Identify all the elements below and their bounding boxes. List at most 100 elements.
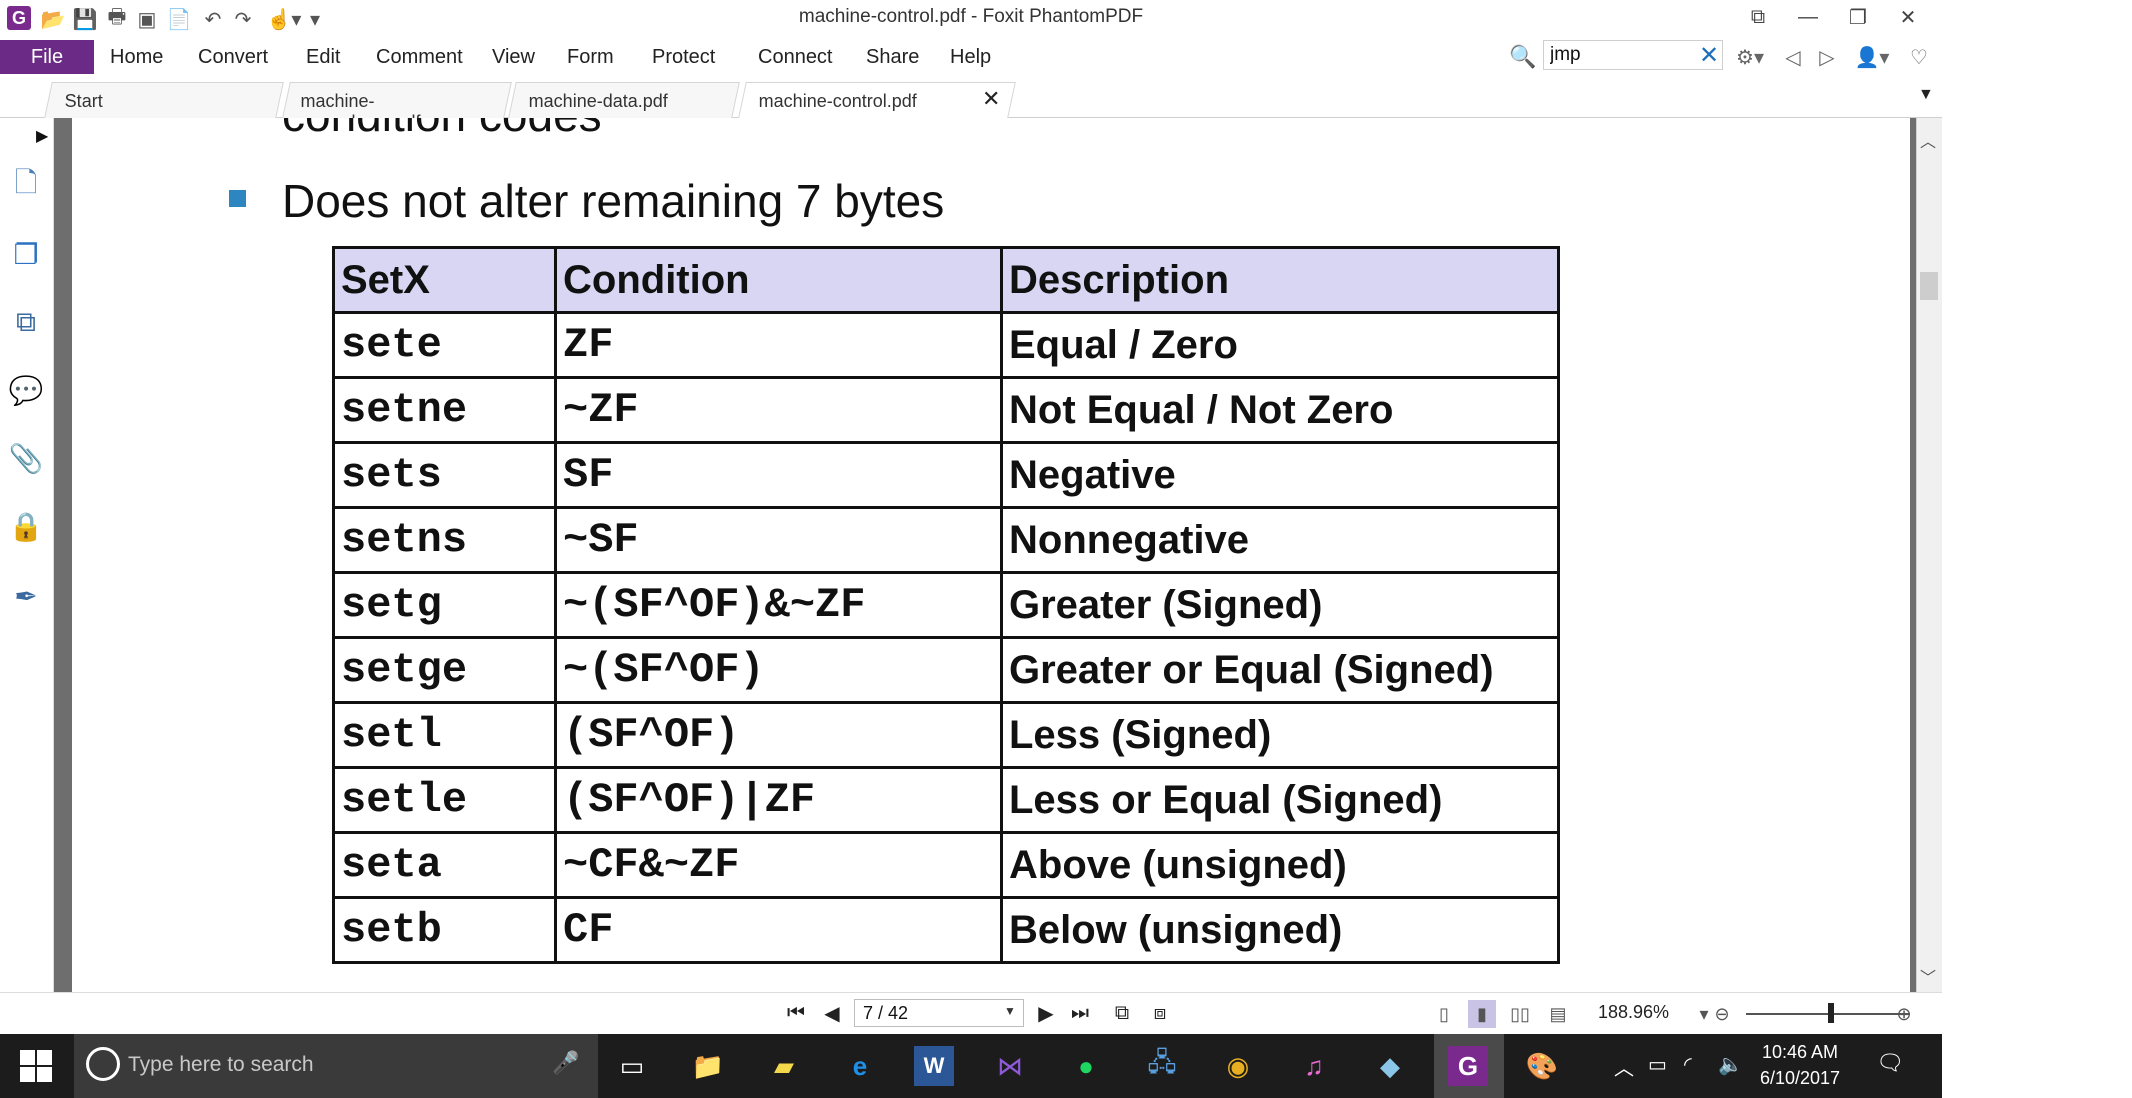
notes-app-icon[interactable]: ◆ bbox=[1370, 1046, 1410, 1086]
next-page-icon[interactable]: ▶ bbox=[1032, 998, 1060, 1028]
description-cell: Equal / Zero bbox=[1000, 311, 1560, 379]
layers-icon[interactable]: ⧉ bbox=[8, 304, 44, 340]
scroll-up-icon[interactable]: ︿ bbox=[1920, 128, 1936, 152]
signature-tools-icon[interactable]: ✒ bbox=[8, 578, 44, 614]
edge-browser-icon[interactable]: e bbox=[840, 1046, 880, 1086]
chrome-icon[interactable]: ◉ bbox=[1218, 1046, 1258, 1086]
collapse-ribbon-icon[interactable]: ♡ bbox=[1904, 42, 1934, 72]
account-avatar-icon[interactable]: 👤▾ bbox=[1850, 42, 1894, 72]
restore-button[interactable]: ❐ bbox=[1836, 2, 1880, 32]
table-row: setne ~ZF Not Equal / Not Zero bbox=[332, 376, 1560, 444]
zoom-out-icon[interactable]: ⊖ bbox=[1708, 1000, 1736, 1028]
menu-form[interactable]: Form bbox=[567, 46, 614, 69]
table-row: setg ~(SF^OF)&~ZF Greater (Signed) bbox=[332, 571, 1560, 639]
menu-home[interactable]: Home bbox=[110, 46, 163, 69]
previous-view-icon[interactable]: ⧉ bbox=[1108, 998, 1136, 1028]
file-menu-button[interactable]: File bbox=[0, 40, 94, 74]
tab-machine-procedures[interactable]: machine-procedures.pdf bbox=[282, 82, 512, 132]
close-tab-icon[interactable]: ✕ bbox=[982, 86, 1000, 112]
network-app-icon[interactable]: 🖧 bbox=[1142, 1046, 1182, 1086]
condition-cell: SF bbox=[554, 441, 1003, 509]
setx-table: SetX Condition Description sete ZF Equal… bbox=[332, 246, 1560, 964]
itunes-icon[interactable]: ♫ bbox=[1294, 1046, 1334, 1086]
taskbar-search-placeholder: Type here to search bbox=[128, 1053, 314, 1076]
tab-machine-control[interactable]: machine-control.pdf bbox=[738, 82, 1016, 118]
continuous-view-icon[interactable]: ▮ bbox=[1468, 1000, 1496, 1028]
previous-result-icon[interactable]: ◁ bbox=[1778, 42, 1808, 72]
wifi-icon[interactable]: ◜ bbox=[1684, 1052, 1692, 1077]
print-icon[interactable]: 🖶 bbox=[104, 6, 130, 32]
single-page-view-icon[interactable]: ▯ bbox=[1430, 1000, 1458, 1028]
menu-help[interactable]: Help bbox=[950, 46, 991, 69]
header-setx: SetX bbox=[332, 246, 557, 314]
menu-view[interactable]: View bbox=[492, 46, 535, 69]
close-button[interactable]: ✕ bbox=[1886, 2, 1930, 32]
first-page-icon[interactable]: ⏮ bbox=[782, 998, 810, 1028]
condition-cell: (SF^OF) bbox=[554, 701, 1003, 769]
battery-icon[interactable]: ▭ bbox=[1648, 1052, 1667, 1077]
volume-icon[interactable]: 🔈 bbox=[1718, 1052, 1743, 1077]
scrollbar-thumb[interactable] bbox=[1920, 272, 1938, 300]
undo-icon[interactable]: ↶ bbox=[200, 6, 226, 32]
last-page-icon[interactable]: ⏭ bbox=[1066, 998, 1094, 1028]
task-view-icon[interactable]: ▭ bbox=[612, 1046, 652, 1086]
zoom-level-dropdown[interactable]: 188.96% bbox=[1598, 1002, 1669, 1023]
show-hidden-icons-icon[interactable]: ︿ bbox=[1614, 1052, 1634, 1081]
comments-icon[interactable]: 💬 bbox=[8, 372, 44, 408]
save-icon[interactable]: 💾 bbox=[72, 6, 98, 32]
tab-start[interactable]: Start bbox=[44, 82, 284, 118]
vertical-scrollbar[interactable] bbox=[1916, 118, 1942, 992]
system-clock[interactable]: 10:46 AM 6/10/2017 bbox=[1752, 1039, 1848, 1091]
next-view-icon[interactable]: ⧈ bbox=[1146, 998, 1174, 1028]
foxit-logo-icon: G bbox=[7, 6, 31, 30]
menu-connect[interactable]: Connect bbox=[758, 46, 833, 69]
bullet-square-icon bbox=[229, 190, 246, 207]
new-document-icon[interactable]: 📄 bbox=[166, 6, 192, 32]
setx-cell: setge bbox=[332, 636, 557, 704]
find-icon[interactable]: 🔍 bbox=[1508, 42, 1538, 72]
menu-share[interactable]: Share bbox=[866, 46, 919, 69]
menu-convert[interactable]: Convert bbox=[198, 46, 268, 69]
spotify-icon[interactable]: ● bbox=[1066, 1046, 1106, 1086]
next-result-icon[interactable]: ▷ bbox=[1812, 42, 1842, 72]
scroll-down-icon[interactable]: ﹀ bbox=[1920, 964, 1936, 988]
menu-protect[interactable]: Protect bbox=[652, 46, 715, 69]
tab-machine-data[interactable]: machine-data.pdf bbox=[508, 82, 740, 118]
foxit-taskbar-icon[interactable]: G bbox=[1448, 1046, 1488, 1086]
zoom-slider-handle[interactable] bbox=[1828, 1003, 1834, 1023]
ribbon-display-icon[interactable]: ⧉ bbox=[1736, 2, 1780, 32]
table-row: sete ZF Equal / Zero bbox=[332, 311, 1560, 379]
menu-edit[interactable]: Edit bbox=[306, 46, 340, 69]
attachments-icon[interactable]: 📎 bbox=[8, 440, 44, 476]
screenshot-icon[interactable]: ▣ bbox=[134, 6, 160, 32]
action-center-icon[interactable]: 🗨 bbox=[1876, 1050, 1904, 1076]
microphone-icon[interactable]: 🎤 bbox=[552, 1050, 579, 1076]
minimize-button[interactable]: — bbox=[1786, 2, 1830, 32]
sticky-notes-icon[interactable]: ▰ bbox=[764, 1046, 804, 1086]
page-dropdown-icon[interactable]: ▼ bbox=[1004, 1004, 1016, 1018]
page-number-field[interactable]: 7 / 42 bbox=[854, 999, 1024, 1027]
customize-toolbar-icon[interactable]: ▾ bbox=[306, 6, 324, 32]
previous-page-icon[interactable]: ◀ bbox=[818, 998, 846, 1028]
continuous-facing-view-icon[interactable]: ▤ bbox=[1544, 1000, 1572, 1028]
hand-tool-icon[interactable]: ☝▾ bbox=[264, 6, 304, 32]
bookmark-page-icon[interactable]: 🗋 bbox=[8, 167, 44, 204]
menu-comment[interactable]: Comment bbox=[376, 46, 463, 69]
paint-app-icon[interactable]: 🎨 bbox=[1522, 1046, 1562, 1086]
word-icon[interactable]: W bbox=[914, 1046, 954, 1086]
clear-search-icon[interactable]: ✕ bbox=[1694, 40, 1724, 70]
page-thumbnails-icon[interactable]: ❐ bbox=[8, 236, 44, 272]
description-cell: Less (Signed) bbox=[1000, 701, 1560, 769]
visual-studio-icon[interactable]: ⋈ bbox=[990, 1046, 1030, 1086]
expand-panel-icon[interactable]: ▶ bbox=[36, 126, 48, 146]
tab-list-menu-icon[interactable]: ▼ bbox=[1918, 86, 1934, 104]
document-gutter bbox=[54, 118, 72, 992]
open-folder-icon[interactable]: 📂 bbox=[40, 6, 66, 32]
security-lock-icon[interactable]: 🔒 bbox=[8, 508, 44, 544]
redo-icon[interactable]: ↷ bbox=[230, 6, 256, 32]
facing-view-icon[interactable]: ▯▯ bbox=[1506, 1000, 1534, 1028]
settings-gear-icon[interactable]: ⚙▾ bbox=[1730, 42, 1770, 72]
zoom-in-icon[interactable]: ⊕ bbox=[1890, 1000, 1918, 1028]
file-explorer-icon[interactable]: 📁 bbox=[688, 1046, 728, 1086]
windows-start-icon[interactable] bbox=[20, 1050, 52, 1082]
